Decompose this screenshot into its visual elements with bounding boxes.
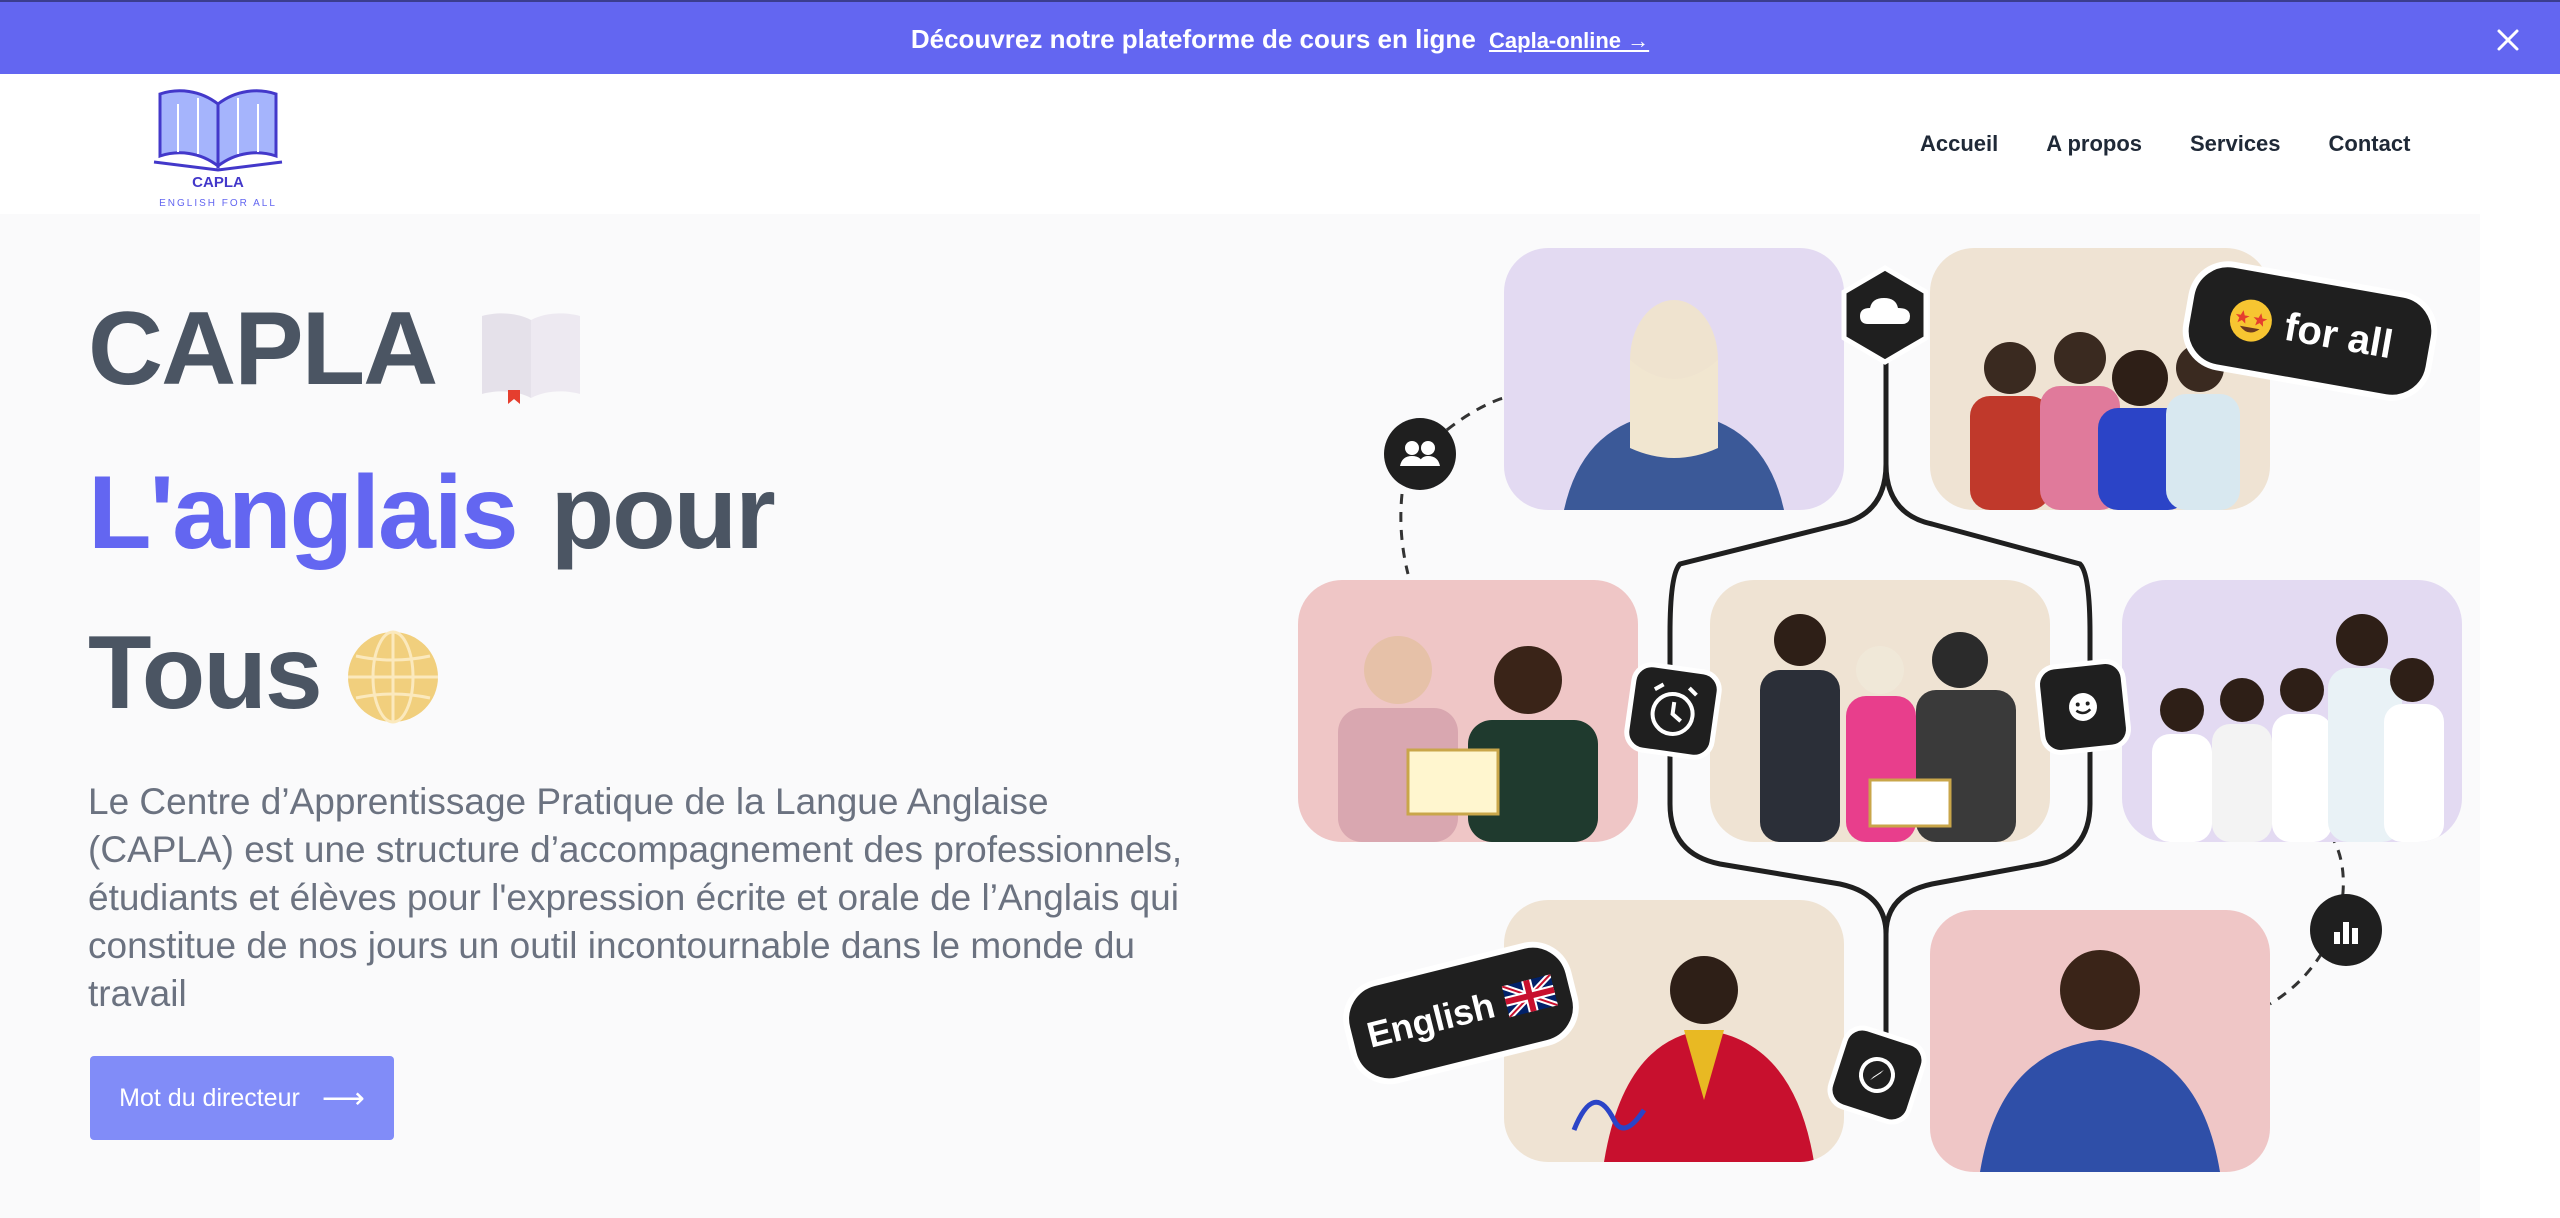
- banner-text: Découvrez notre plateforme de cours en l…: [910, 24, 1476, 54]
- logo-subtitle: ENGLISH FOR ALL: [159, 198, 277, 209]
- nav-contact[interactable]: Contact: [2329, 131, 2411, 157]
- alarm-clock-icon: [1624, 662, 1722, 760]
- director-photo: [1980, 950, 2220, 1172]
- page: Découvrez notre plateforme de cours en l…: [0, 0, 2560, 1218]
- close-icon: [2497, 29, 2519, 51]
- bar-chart-icon: [2310, 894, 2382, 966]
- hero-section: CAPLA L'anglais pour Tous Le Centre d’App…: [0, 214, 2480, 1218]
- photo-collage: for all English: [1280, 214, 2480, 1218]
- mot-du-directeur-button[interactable]: Mot du directeur ⟶: [90, 1056, 394, 1140]
- hero-title-capla: CAPLA: [88, 291, 438, 407]
- photo-tile-certificate: [1298, 580, 1638, 842]
- children-photo: [2152, 614, 2444, 842]
- photo-tile-director: [1930, 910, 2270, 1172]
- book-icon: [482, 313, 580, 404]
- nav-accueil[interactable]: Accueil: [1920, 131, 1998, 157]
- globe-icon: [348, 630, 438, 724]
- banner-message: Découvrez notre plateforme de cours en l…: [0, 2, 2560, 76]
- announcement-banner: Découvrez notre plateforme de cours en l…: [0, 0, 2560, 74]
- open-book-logo-icon: [153, 89, 283, 172]
- nav-a-propos[interactable]: A propos: [2046, 131, 2142, 157]
- person-photo: [1564, 300, 1784, 510]
- main-nav: Accueil A propos Services Contact: [1920, 74, 2410, 214]
- site-header: CAPLA ENGLISH FOR ALL Accueil A propos S…: [0, 74, 2560, 214]
- certificate-photo: [1338, 636, 1598, 842]
- smile-icon: [2035, 659, 2131, 755]
- nav-services[interactable]: Services: [2190, 131, 2281, 157]
- photo-tile-graduates: [1710, 580, 2050, 842]
- uk-flag-icon: [1501, 974, 1559, 1018]
- users-icon: [1384, 418, 1456, 490]
- arrow-right-icon: ⟶: [321, 1081, 365, 1115]
- cta-label: Mot du directeur: [119, 1083, 300, 1112]
- hero-description: Le Centre d’Apprentissage Pratique de la…: [88, 781, 1183, 1014]
- capla-logo[interactable]: CAPLA ENGLISH FOR ALL: [150, 82, 286, 209]
- cloud-icon: [1841, 265, 1929, 365]
- star-struck-emoji-icon: [2229, 299, 2272, 342]
- close-banner-button[interactable]: [2490, 22, 2526, 58]
- hero-subtitle: L'anglais pour: [88, 454, 776, 573]
- graduates-photo: [1760, 614, 2016, 842]
- photo-tile-student-writing: [1504, 248, 1844, 510]
- capla-online-link[interactable]: Capla-online →: [1489, 28, 1649, 53]
- english-label: English: [1362, 984, 1499, 1056]
- logo-title: CAPLA: [192, 174, 244, 191]
- photo-tile-children: [2122, 580, 2462, 842]
- hero-accent-anglais: L'anglais: [88, 455, 519, 571]
- for-all-label: for all: [2281, 304, 2397, 367]
- hero-title-tous: Tous: [88, 615, 323, 731]
- hero-pour: pour: [550, 455, 776, 571]
